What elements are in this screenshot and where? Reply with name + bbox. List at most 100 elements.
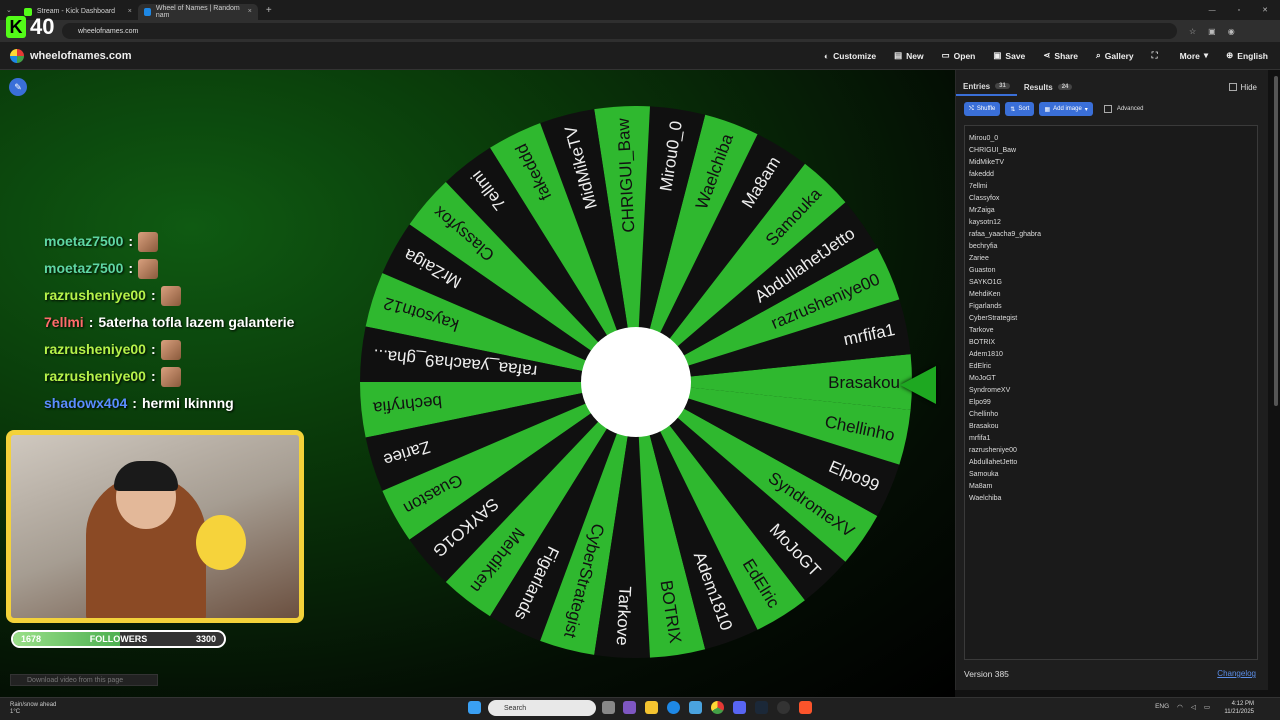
followers-goal: 3300 (195, 634, 216, 644)
sort-button[interactable]: ⇅ Sort (1005, 102, 1035, 116)
minimize-icon[interactable]: — (1209, 7, 1216, 14)
entry-line: Chellinho (969, 411, 999, 418)
profile-icon[interactable]: ◉ (1228, 27, 1235, 36)
wheel[interactable]: Brasakou mrfifa1 razrusheniye00 AbdullahetJ… (360, 105, 912, 658)
entries-panel: Entries 31 Results 24 Hide ⤭ Shuffle ⇅ Sor… (955, 70, 1268, 690)
nav-customize-button[interactable]: ◐ Customize (824, 50, 876, 61)
chevron-down-icon: ▾ (1084, 106, 1088, 113)
wheel-center[interactable] (581, 327, 691, 437)
chat-message: razrusheniye00: (44, 336, 294, 363)
plush-toy (196, 515, 246, 570)
weather-widget[interactable]: Rain/snow ahead 1°C (10, 702, 56, 716)
globe-icon: ⊕ (1226, 50, 1234, 60)
entry-line: 7ellmi (969, 183, 988, 190)
entry-line: Ma8am (969, 483, 993, 490)
entry-line: rafaa_yaacha9_ghabra (969, 231, 1042, 238)
chat-text: hermi lkinnng (141, 395, 234, 411)
nav-more-button[interactable]: More ▾ (1180, 50, 1209, 61)
entries-textarea[interactable]: Mirou0_0 CHRIGUI_Baw MidMikeTV fakeddd 7ellm… (964, 125, 1258, 660)
entry-line: SAYKO1G (969, 279, 1002, 286)
entry-line: BOTRIX (969, 339, 996, 346)
wheel-segment-label: Brasakou (828, 373, 900, 392)
advanced-label: Advanced (1116, 106, 1144, 112)
file-explorer-icon[interactable] (645, 701, 658, 714)
emote-icon (138, 231, 159, 252)
star-icon[interactable]: ☆ (1189, 27, 1196, 36)
obs-icon[interactable] (777, 701, 790, 714)
chat-separator: : (128, 233, 134, 249)
add-image-button[interactable]: ▦ Add image ▾ (1039, 102, 1093, 116)
wheel-favicon-icon (143, 7, 151, 16)
wheel-svg[interactable]: Brasakoumrfifa1razrusheniye00AbdullahetJ… (360, 105, 912, 658)
wheel-pointer (900, 366, 936, 404)
shuffle-icon: ⤭ (969, 105, 974, 112)
battery-icon[interactable]: ▭ (1204, 703, 1210, 711)
url-field[interactable]: wheelofnames.com (62, 23, 1177, 39)
entry-line: Classyfox (969, 195, 1000, 202)
new-tab-icon[interactable]: + (266, 5, 272, 16)
chat-username[interactable]: shadowx404 (44, 390, 127, 417)
app-icon[interactable] (623, 701, 636, 714)
entry-line: Guaston (969, 267, 996, 274)
chat-separator: : (150, 287, 156, 303)
tab-results[interactable]: Results 24 (1017, 78, 1080, 96)
chat-message: moetaz7500: (44, 228, 294, 255)
close-icon[interactable]: × (128, 8, 132, 15)
wheel-segment-label: Tarkove (613, 586, 635, 646)
entry-line: MehdiKen (969, 291, 1001, 298)
chat-username[interactable]: 7ellmi (44, 309, 84, 336)
wheel-logo-icon (10, 48, 24, 63)
nav-fullscreen-button[interactable]: ⛶ (1152, 50, 1162, 61)
nav-gallery-button[interactable]: ⌕ Gallery (1096, 50, 1134, 61)
hide-checkbox[interactable] (1228, 83, 1237, 91)
chat-username[interactable]: razrusheniye00 (44, 336, 146, 363)
wifi-icon[interactable]: ◠ (1177, 703, 1183, 711)
nav-share-button[interactable]: ⋖ Share (1043, 50, 1078, 61)
chat-separator: : (132, 395, 137, 411)
extension-icon[interactable]: ▣ (1208, 27, 1216, 36)
nav-save-button[interactable]: ▣ Save (993, 50, 1025, 61)
viewer-count: 40 (30, 14, 55, 39)
download-video-hint[interactable]: Download video from this page (10, 674, 158, 686)
volume-icon[interactable]: ◁ (1191, 703, 1196, 711)
taskbar-clock[interactable]: 4:12 PM 11/21/2025 (1224, 700, 1254, 716)
chat-username[interactable]: moetaz7500 (44, 228, 123, 255)
nav-new-button[interactable]: ▤ New (894, 50, 924, 61)
browser-tab-wheel[interactable]: Wheel of Names | Random nam × (137, 3, 258, 20)
site-logo[interactable]: wheelofnames.com (10, 48, 131, 63)
hide-toggle[interactable]: Hide (1228, 78, 1257, 96)
chat-separator: : (150, 368, 156, 384)
nav-open-button[interactable]: ▭ Open (942, 50, 976, 61)
discord-icon[interactable] (733, 701, 746, 714)
chat-message: razrusheniye00: (44, 363, 294, 390)
kick-logo-icon: K (6, 16, 26, 38)
shuffle-button[interactable]: ⤭ Shuffle (964, 102, 1001, 116)
entry-line: MidMikeTV (969, 159, 1005, 166)
close-icon[interactable]: × (248, 8, 252, 15)
edit-pencil-icon[interactable]: ✎ (9, 78, 27, 96)
taskbar-search[interactable]: Search (488, 700, 596, 716)
task-view-icon[interactable] (602, 701, 615, 714)
brave-icon[interactable] (799, 701, 812, 714)
chat-username[interactable]: razrusheniye00 (44, 282, 146, 309)
maximize-icon[interactable]: ▫ (1238, 7, 1240, 14)
chat-username[interactable]: moetaz7500 (44, 255, 123, 282)
entries-count-badge: 31 (995, 83, 1010, 89)
followers-label: FOLLOWERS (89, 634, 148, 644)
chrome-icon[interactable] (711, 701, 724, 714)
tab-menu-icon[interactable]: ⌄ (6, 6, 12, 14)
chat-username[interactable]: razrusheniye00 (44, 363, 146, 390)
changelog-link[interactable]: Changelog (1217, 669, 1256, 678)
page-scrollbar[interactable] (1272, 70, 1280, 697)
store-icon[interactable] (689, 701, 702, 714)
steam-icon[interactable] (755, 701, 768, 714)
close-window-icon[interactable]: ✕ (1262, 6, 1268, 14)
windows-start-icon[interactable] (468, 701, 481, 714)
share-icon: ⋖ (1043, 50, 1051, 60)
edge-icon[interactable] (667, 701, 680, 714)
panel-tabs: Entries 31 Results 24 Hide (956, 78, 1269, 96)
tab-entries[interactable]: Entries 31 (956, 78, 1017, 96)
advanced-checkbox[interactable] (1103, 105, 1112, 113)
nav-english-button[interactable]: ⊕ English (1226, 50, 1268, 61)
language-indicator[interactable]: ENG (1155, 703, 1169, 711)
